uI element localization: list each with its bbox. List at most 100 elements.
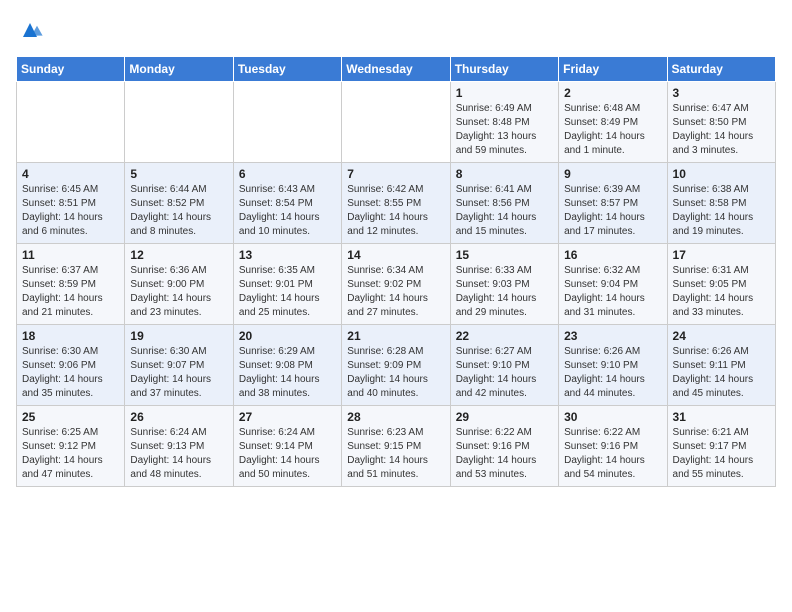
day-info: Sunrise: 6:22 AM Sunset: 9:16 PM Dayligh… — [456, 426, 553, 482]
day-number: 26 — [130, 410, 227, 424]
day-header-monday: Monday — [125, 57, 233, 82]
day-info: Sunrise: 6:38 AM Sunset: 8:58 PM Dayligh… — [673, 183, 770, 239]
calendar-cell: 29Sunrise: 6:22 AM Sunset: 9:16 PM Dayli… — [450, 406, 558, 487]
day-number: 7 — [347, 167, 444, 181]
calendar-week-row: 11 Sunrise: 6:37 AM Sunset: 8:59 PM Dayli… — [17, 244, 776, 325]
calendar-week-row: 18Sunrise: 6:30 AM Sunset: 9:06 PM Dayli… — [17, 325, 776, 406]
logo-icon — [16, 16, 44, 44]
day-info: Sunrise: 6:21 AM Sunset: 9:17 PM Dayligh… — [673, 426, 770, 482]
calendar-week-row: 1Sunrise: 6:49 AM Sunset: 8:48 PM Daylig… — [17, 82, 776, 163]
day-header-saturday: Saturday — [667, 57, 775, 82]
day-number: 8 — [456, 167, 553, 181]
calendar-cell — [125, 82, 233, 163]
calendar-cell: 11 Sunrise: 6:37 AM Sunset: 8:59 PM Dayli… — [17, 244, 125, 325]
calendar-cell: 21 Sunrise: 6:28 AM Sunset: 9:09 PM Dayli… — [342, 325, 450, 406]
day-info: Sunrise: 6:44 AM Sunset: 8:52 PM Dayligh… — [130, 183, 227, 239]
day-number: 14 — [347, 248, 444, 262]
calendar-cell: 10 Sunrise: 6:38 AM Sunset: 8:58 PM Dayli… — [667, 163, 775, 244]
calendar-cell: 1Sunrise: 6:49 AM Sunset: 8:48 PM Daylig… — [450, 82, 558, 163]
calendar-cell: 14 Sunrise: 6:34 AM Sunset: 9:02 PM Dayli… — [342, 244, 450, 325]
day-info: Sunrise: 6:42 AM Sunset: 8:55 PM Dayligh… — [347, 183, 444, 239]
calendar-cell: 13 Sunrise: 6:35 AM Sunset: 9:01 PM Dayli… — [233, 244, 341, 325]
day-info: Sunrise: 6:45 AM Sunset: 8:51 PM Dayligh… — [22, 183, 119, 239]
calendar-week-row: 25 Sunrise: 6:25 AM Sunset: 9:12 PM Dayli… — [17, 406, 776, 487]
day-number: 24 — [673, 329, 770, 343]
day-number: 30 — [564, 410, 661, 424]
calendar-cell: 22 Sunrise: 6:27 AM Sunset: 9:10 PM Dayli… — [450, 325, 558, 406]
day-header-thursday: Thursday — [450, 57, 558, 82]
day-header-friday: Friday — [559, 57, 667, 82]
day-number: 19 — [130, 329, 227, 343]
calendar-table: SundayMondayTuesdayWednesdayThursdayFrid… — [16, 56, 776, 487]
calendar-cell: 18Sunrise: 6:30 AM Sunset: 9:06 PM Dayli… — [17, 325, 125, 406]
calendar-cell: 8 Sunrise: 6:41 AM Sunset: 8:56 PM Daylig… — [450, 163, 558, 244]
day-info: Sunrise: 6:34 AM Sunset: 9:02 PM Dayligh… — [347, 264, 444, 320]
day-info: Sunrise: 6:24 AM Sunset: 9:13 PM Dayligh… — [130, 426, 227, 482]
day-number: 17 — [673, 248, 770, 262]
calendar-cell: 6 Sunrise: 6:43 AM Sunset: 8:54 PM Daylig… — [233, 163, 341, 244]
day-info: Sunrise: 6:27 AM Sunset: 9:10 PM Dayligh… — [456, 345, 553, 401]
day-number: 4 — [22, 167, 119, 181]
day-info: Sunrise: 6:28 AM Sunset: 9:09 PM Dayligh… — [347, 345, 444, 401]
day-number: 10 — [673, 167, 770, 181]
day-info: Sunrise: 6:49 AM Sunset: 8:48 PM Dayligh… — [456, 102, 553, 158]
day-info: Sunrise: 6:41 AM Sunset: 8:56 PM Dayligh… — [456, 183, 553, 239]
calendar-cell: 9Sunrise: 6:39 AM Sunset: 8:57 PM Daylig… — [559, 163, 667, 244]
day-number: 28 — [347, 410, 444, 424]
day-info: Sunrise: 6:23 AM Sunset: 9:15 PM Dayligh… — [347, 426, 444, 482]
calendar-cell: 2Sunrise: 6:48 AM Sunset: 8:49 PM Daylig… — [559, 82, 667, 163]
day-number: 25 — [22, 410, 119, 424]
day-number: 5 — [130, 167, 227, 181]
calendar-cell: 17 Sunrise: 6:31 AM Sunset: 9:05 PM Dayli… — [667, 244, 775, 325]
day-number: 3 — [673, 86, 770, 100]
calendar-cell: 7 Sunrise: 6:42 AM Sunset: 8:55 PM Daylig… — [342, 163, 450, 244]
calendar-cell: 4 Sunrise: 6:45 AM Sunset: 8:51 PM Daylig… — [17, 163, 125, 244]
calendar-cell: 15 Sunrise: 6:33 AM Sunset: 9:03 PM Dayli… — [450, 244, 558, 325]
calendar-cell: 5 Sunrise: 6:44 AM Sunset: 8:52 PM Daylig… — [125, 163, 233, 244]
calendar-cell: 31 Sunrise: 6:21 AM Sunset: 9:17 PM Dayli… — [667, 406, 775, 487]
day-number: 31 — [673, 410, 770, 424]
calendar-cell: 27 Sunrise: 6:24 AM Sunset: 9:14 PM Dayli… — [233, 406, 341, 487]
day-info: Sunrise: 6:37 AM Sunset: 8:59 PM Dayligh… — [22, 264, 119, 320]
calendar-cell: 3 Sunrise: 6:47 AM Sunset: 8:50 PM Daylig… — [667, 82, 775, 163]
day-number: 27 — [239, 410, 336, 424]
day-number: 11 — [22, 248, 119, 262]
day-info: Sunrise: 6:36 AM Sunset: 9:00 PM Dayligh… — [130, 264, 227, 320]
calendar-cell: 12 Sunrise: 6:36 AM Sunset: 9:00 PM Dayli… — [125, 244, 233, 325]
day-info: Sunrise: 6:24 AM Sunset: 9:14 PM Dayligh… — [239, 426, 336, 482]
day-number: 22 — [456, 329, 553, 343]
day-info: Sunrise: 6:25 AM Sunset: 9:12 PM Dayligh… — [22, 426, 119, 482]
day-header-wednesday: Wednesday — [342, 57, 450, 82]
calendar-cell: 23Sunrise: 6:26 AM Sunset: 9:10 PM Dayli… — [559, 325, 667, 406]
calendar-header-row: SundayMondayTuesdayWednesdayThursdayFrid… — [17, 57, 776, 82]
day-info: Sunrise: 6:31 AM Sunset: 9:05 PM Dayligh… — [673, 264, 770, 320]
page-header — [16, 16, 776, 44]
day-info: Sunrise: 6:33 AM Sunset: 9:03 PM Dayligh… — [456, 264, 553, 320]
day-header-sunday: Sunday — [17, 57, 125, 82]
calendar-cell: 28 Sunrise: 6:23 AM Sunset: 9:15 PM Dayli… — [342, 406, 450, 487]
day-number: 12 — [130, 248, 227, 262]
day-info: Sunrise: 6:26 AM Sunset: 9:10 PM Dayligh… — [564, 345, 661, 401]
calendar-cell: 20Sunrise: 6:29 AM Sunset: 9:08 PM Dayli… — [233, 325, 341, 406]
day-number: 18 — [22, 329, 119, 343]
calendar-cell — [233, 82, 341, 163]
day-number: 13 — [239, 248, 336, 262]
day-number: 15 — [456, 248, 553, 262]
day-info: Sunrise: 6:32 AM Sunset: 9:04 PM Dayligh… — [564, 264, 661, 320]
day-number: 9 — [564, 167, 661, 181]
day-info: Sunrise: 6:30 AM Sunset: 9:07 PM Dayligh… — [130, 345, 227, 401]
day-info: Sunrise: 6:35 AM Sunset: 9:01 PM Dayligh… — [239, 264, 336, 320]
day-number: 6 — [239, 167, 336, 181]
calendar-cell: 16Sunrise: 6:32 AM Sunset: 9:04 PM Dayli… — [559, 244, 667, 325]
calendar-cell: 26 Sunrise: 6:24 AM Sunset: 9:13 PM Dayli… — [125, 406, 233, 487]
calendar-cell: 24Sunrise: 6:26 AM Sunset: 9:11 PM Dayli… — [667, 325, 775, 406]
day-number: 21 — [347, 329, 444, 343]
day-info: Sunrise: 6:22 AM Sunset: 9:16 PM Dayligh… — [564, 426, 661, 482]
day-info: Sunrise: 6:43 AM Sunset: 8:54 PM Dayligh… — [239, 183, 336, 239]
calendar-cell — [17, 82, 125, 163]
calendar-cell: 25 Sunrise: 6:25 AM Sunset: 9:12 PM Dayli… — [17, 406, 125, 487]
day-info: Sunrise: 6:47 AM Sunset: 8:50 PM Dayligh… — [673, 102, 770, 158]
day-number: 2 — [564, 86, 661, 100]
calendar-cell: 30 Sunrise: 6:22 AM Sunset: 9:16 PM Dayli… — [559, 406, 667, 487]
day-info: Sunrise: 6:29 AM Sunset: 9:08 PM Dayligh… — [239, 345, 336, 401]
